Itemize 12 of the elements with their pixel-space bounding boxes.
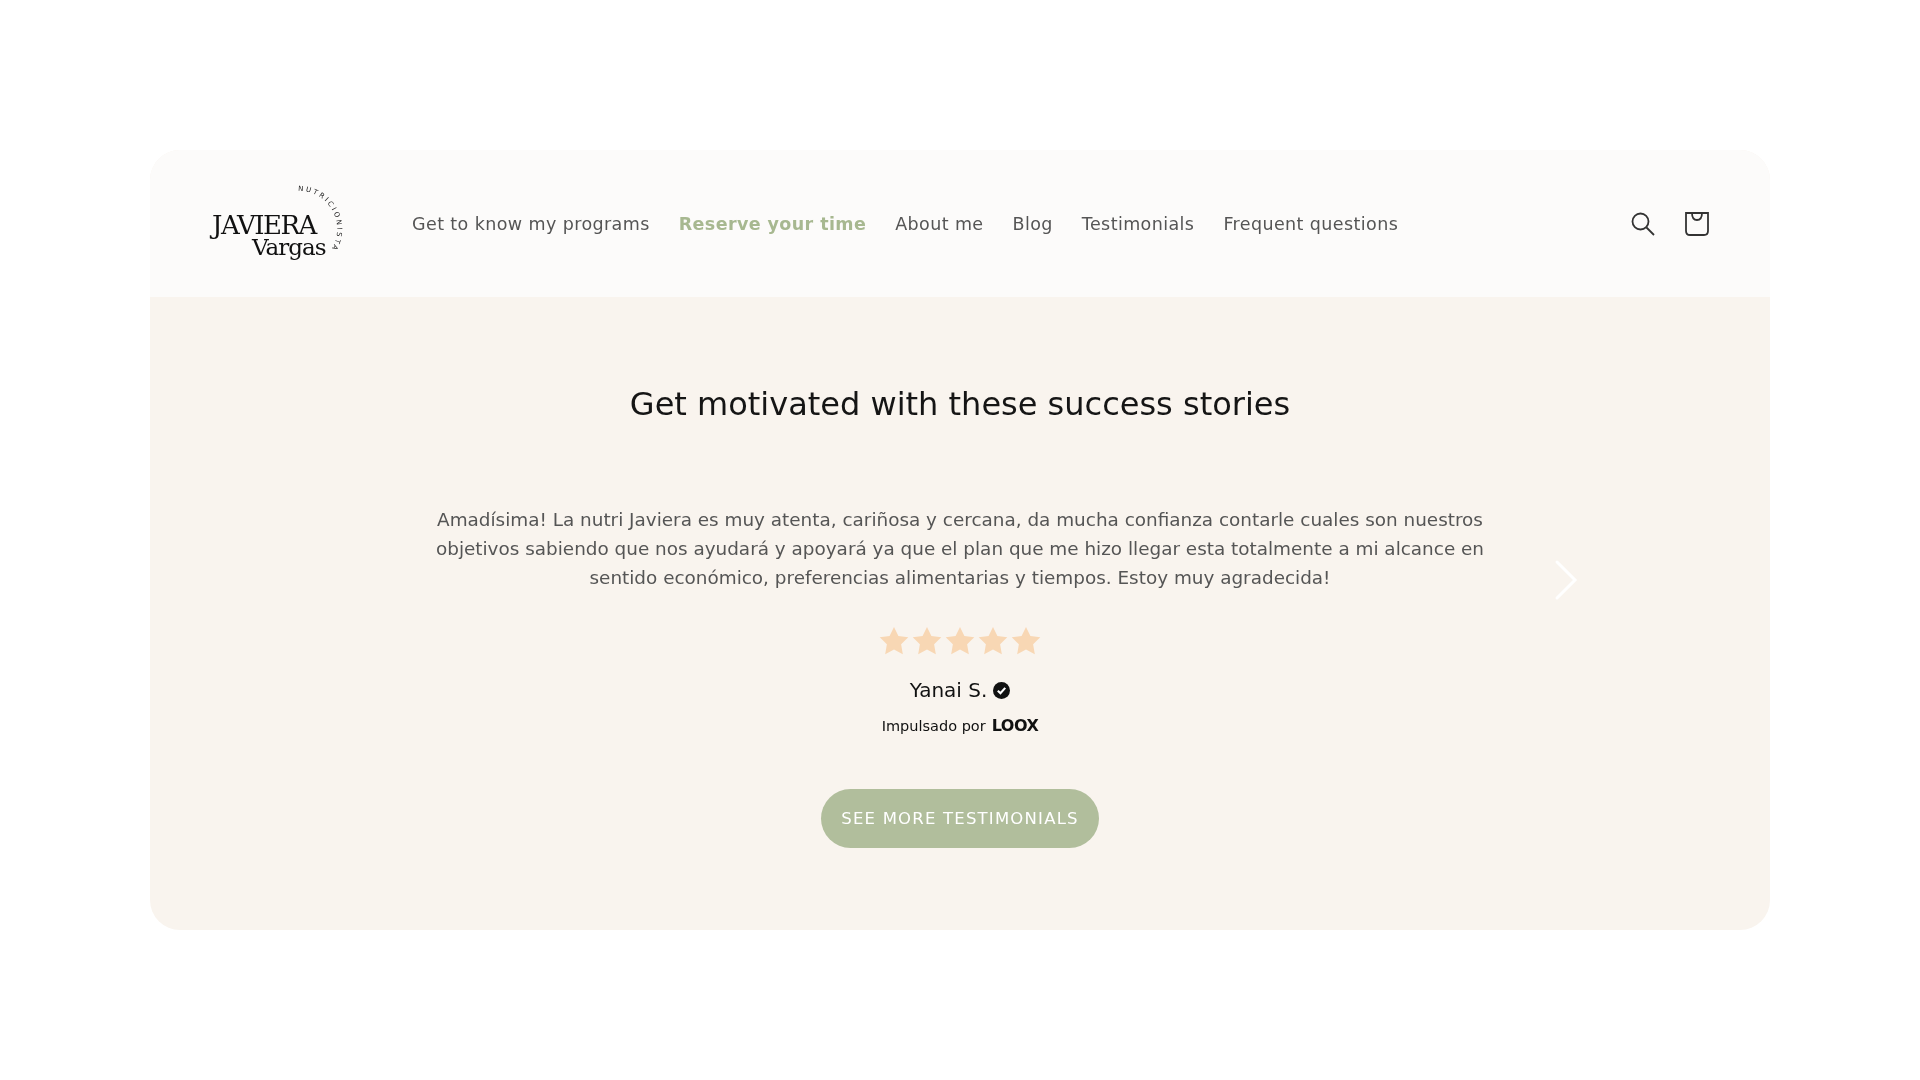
nav-link[interactable]: About me bbox=[895, 213, 984, 234]
nav-link[interactable]: Get to know my programs bbox=[412, 213, 650, 234]
nav-link[interactable]: Testimonials bbox=[1081, 213, 1195, 234]
section-title: Get motivated with these success stories bbox=[629, 385, 1291, 423]
nav-link[interactable]: Frequent questions bbox=[1223, 213, 1399, 234]
brand-logo[interactable]: LOOX bbox=[991, 716, 1039, 735]
author-name: Yanai S. bbox=[909, 678, 988, 702]
bag-icon[interactable] bbox=[1684, 210, 1710, 237]
nav-link[interactable]: Blog bbox=[1012, 213, 1053, 234]
search-icon[interactable] bbox=[1630, 210, 1656, 237]
powered-by-text: Impulsado por bbox=[881, 717, 986, 734]
review-text: Amadísima! La nutri Javiera es muy atenta, cariñosa y cercana, da mucha confianza contarle cuales son nuestros objetivos sabiendo que nos ayudará y apoyará ya que el plan que me hizo llegar esta totalmente a mi alcance en sentido económico, preferencias alimentarias y tiempos. Estoy muy agradecida! bbox=[434, 508, 1486, 590]
